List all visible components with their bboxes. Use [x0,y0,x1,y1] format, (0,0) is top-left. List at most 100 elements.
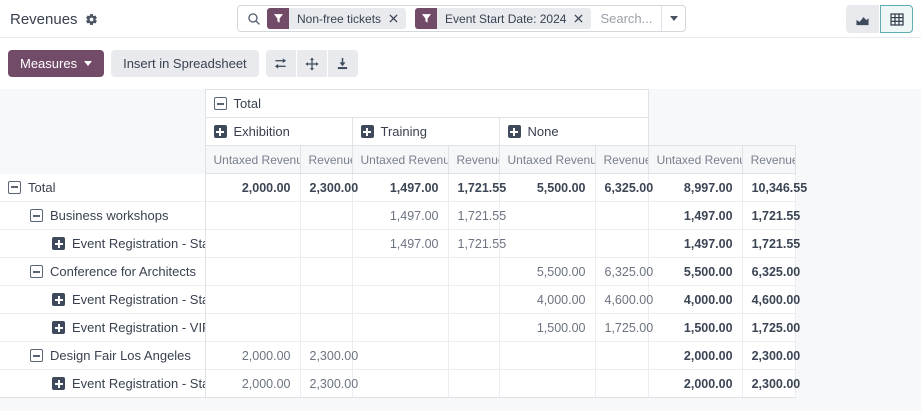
pivot-corner [0,90,205,118]
expand-plus-icon [52,293,65,306]
pivot-cell [300,286,352,314]
pivot-cell [205,286,300,314]
pivot-row-header[interactable]: Total [0,174,205,202]
pivot-row-header[interactable]: Business workshops [0,202,205,230]
search-bar[interactable]: Non-free tickets Event Start Date: 2024 … [237,5,686,32]
search-input[interactable]: Search... [600,11,661,26]
pivot-row-header[interactable]: Event Registration - VIP [0,314,205,342]
pivot-cell: 10,346.55 [742,174,795,202]
pivot-cell [300,258,352,286]
insert-in-spreadsheet-button[interactable]: Insert in Spreadsheet [111,50,259,77]
facet-remove-icon[interactable] [574,14,583,23]
graph-view-button[interactable] [846,5,879,33]
pivot-row-header[interactable]: Event Registration - Standard [0,230,205,258]
pivot-cell [499,370,595,398]
pivot-cell: 1,500.00 [648,314,742,342]
pivot-row: Event Registration - Standard1,497.001,7… [0,230,795,258]
pivot-cell: 2,000.00 [648,342,742,370]
pivot-measure-header[interactable]: Revenues [448,146,499,174]
pivot-corner [0,118,205,146]
pivot-cell: 4,600.00 [742,286,795,314]
expand-plus-icon [508,125,521,138]
pivot-cell [499,230,595,258]
pivot-measure-header[interactable]: Untaxed Revenues [352,146,448,174]
pivot-header-filler [648,90,795,118]
pivot-cell [595,342,648,370]
pivot-cell: 1,721.55 [742,202,795,230]
flip-axis-button[interactable] [266,50,296,77]
pivot-cell: 4,600.00 [595,286,648,314]
collapse-minus-icon [30,265,43,278]
pivot-row-header[interactable]: Event Registration - Standard [0,370,205,398]
pivot-body: Total2,000.002,300.001,497.001,721.555,5… [0,174,795,398]
pivot-cell: 8,997.00 [648,174,742,202]
pivot-cell [205,314,300,342]
pivot-cell: 1,721.55 [448,202,499,230]
pivot-cell [448,286,499,314]
expand-plus-icon [52,377,65,390]
col-group-training[interactable]: Training [352,118,499,146]
chevron-down-icon [670,16,678,21]
filter-funnel-icon [267,8,289,29]
collapse-minus-icon [214,97,227,110]
chevron-down-icon [84,61,92,66]
pivot-row-header[interactable]: Design Fair Los Angeles [0,342,205,370]
pivot-cell: 1,725.00 [595,314,648,342]
filter-facet-event-start-date[interactable]: Event Start Date: 2024 [415,8,591,29]
pivot-row-header[interactable]: Conference for Architects [0,258,205,286]
facet-remove-icon[interactable] [389,14,398,23]
pivot-cell [499,202,595,230]
pivot-cell: 2,000.00 [648,370,742,398]
pivot-cell: 5,500.00 [499,174,595,202]
gear-icon[interactable] [85,13,98,26]
pivot-cell: 6,325.00 [595,258,648,286]
pivot-measure-header[interactable]: Revenues [742,146,795,174]
filter-facet-non-free-tickets[interactable]: Non-free tickets [267,8,406,29]
search-icon [238,12,267,26]
pivot-cell: 6,325.00 [742,258,795,286]
pivot-cell: 2,300.00 [742,370,795,398]
col-group-exhibition[interactable]: Exhibition [205,118,352,146]
pivot-row: Business workshops1,497.001,721.551,497.… [0,202,795,230]
control-toolbar: Measures Insert in Spreadsheet [0,38,921,89]
collapse-minus-icon [30,349,43,362]
page-title: Revenues [10,11,78,28]
pivot-cell: 4,000.00 [499,286,595,314]
search-dropdown-toggle[interactable] [661,6,685,31]
expand-plus-icon [361,125,374,138]
measures-button[interactable]: Measures [8,50,104,77]
insert-label: Insert in Spreadsheet [123,56,247,71]
pivot-cell [448,314,499,342]
pivot-cell [352,314,448,342]
view-switcher [846,5,913,33]
expand-all-button[interactable] [297,50,327,77]
pivot-view-area: TotalExhibitionTrainingNoneUntaxed Reven… [0,89,921,411]
filter-funnel-icon [415,8,437,29]
col-group-none[interactable]: None [499,118,648,146]
pivot-measure-header[interactable]: Revenues [300,146,352,174]
pivot-table: TotalExhibitionTrainingNoneUntaxed Reven… [0,89,796,398]
download-xlsx-button[interactable] [328,50,358,77]
pivot-cell: 2,000.00 [205,174,300,202]
pivot-measure-header[interactable]: Untaxed Revenues [648,146,742,174]
pivot-cell: 1,497.00 [352,174,448,202]
col-group-total[interactable]: Total [205,90,648,118]
collapse-minus-icon [8,181,21,194]
pivot-cell [352,286,448,314]
pivot-view-button[interactable] [880,5,913,33]
pivot-cell [352,258,448,286]
pivot-row-header[interactable]: Event Registration - Standard [0,286,205,314]
pivot-cell [448,258,499,286]
pivot-cell: 5,500.00 [499,258,595,286]
pivot-header: TotalExhibitionTrainingNoneUntaxed Reven… [0,90,795,174]
pivot-measure-header[interactable]: Revenues [595,146,648,174]
pivot-measure-header[interactable]: Untaxed Revenues [205,146,300,174]
pivot-header-row-total: Total [0,90,795,118]
pivot-header-row-groups: ExhibitionTrainingNone [0,118,795,146]
pivot-row: Event Registration - VIP 1,500.001,725.00… [0,314,795,342]
pivot-cell [300,230,352,258]
expand-plus-icon [52,321,65,334]
pivot-measure-header[interactable]: Untaxed Revenues [499,146,595,174]
pivot-row: Event Registration - Standard 2,000.002,3… [0,370,795,398]
pivot-row: Conference for Architects5,500.006,325.0… [0,258,795,286]
